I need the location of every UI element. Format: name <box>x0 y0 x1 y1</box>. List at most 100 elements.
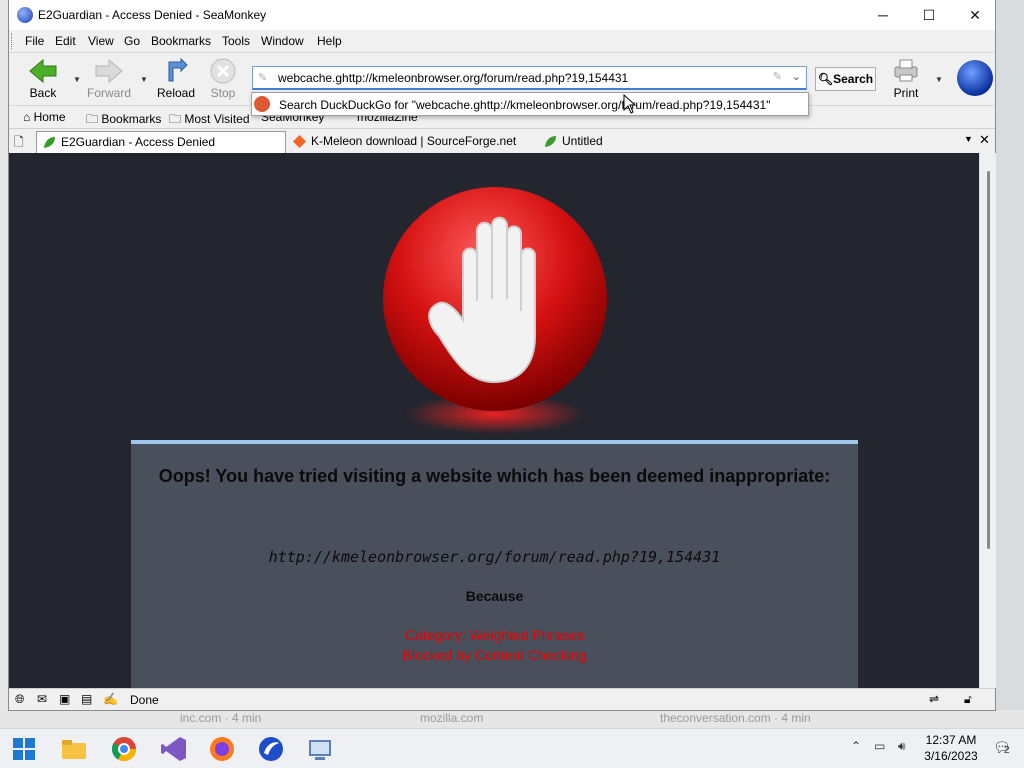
clock-time: 12:37 AM <box>925 733 977 747</box>
volume-tray-icon[interactable]: 🔊︎ <box>898 739 906 754</box>
magnifier-icon: 🔍︎ <box>817 72 834 86</box>
menu-edit[interactable]: Edit <box>55 34 76 48</box>
toolbar-grip[interactable] <box>11 33 14 49</box>
firefox-icon[interactable] <box>208 735 236 763</box>
reload-icon <box>168 57 188 82</box>
stop-label: Stop <box>210 86 236 100</box>
menu-bar: File Edit View Go Bookmarks Tools Window… <box>9 30 995 52</box>
clock-date: 3/16/2023 <box>924 749 978 763</box>
print-dropdown-icon[interactable]: ▼ <box>935 75 943 84</box>
maximize-button[interactable]: ☐ <box>906 0 952 30</box>
window-title: E2Guardian - Access Denied - SeaMonkey <box>38 8 267 22</box>
home-icon: ⌂ <box>23 110 31 124</box>
network-app-icon[interactable] <box>306 735 334 763</box>
status-bar: 🌐︎ ✉ ▣ ▤ ✍ Done ⇌ 🔓︎ <box>9 688 995 710</box>
duckduckgo-icon <box>254 96 270 112</box>
leaf-favicon-icon <box>44 137 55 148</box>
bookmark-home[interactable]: ⌂ Home <box>23 110 66 124</box>
online-status-icon[interactable]: ⇌ <box>929 692 939 706</box>
visual-studio-icon[interactable] <box>160 735 188 763</box>
menu-file[interactable]: File <box>25 34 44 48</box>
url-input[interactable]: webcache.ghttp://kmeleonbrowser.org/foru… <box>278 71 628 85</box>
network-tray-icon[interactable]: ▭ <box>874 739 885 753</box>
title-bar: E2Guardian - Access Denied - SeaMonkey ─… <box>9 0 995 30</box>
status-text: Done <box>130 693 159 707</box>
background-window-strip: inc.com · 4 min mozilla.com theconversat… <box>0 710 1024 728</box>
url-autocomplete-popup[interactable]: Search DuckDuckGo for "webcache.ghttp://… <box>251 92 809 116</box>
notification-count-badge: 2 <box>1004 745 1010 756</box>
bookmark-tag-icon[interactable]: ✎ <box>773 70 782 83</box>
system-clock[interactable]: 12:37 AM 3/16/2023 <box>916 732 986 764</box>
forward-arrow-icon <box>95 58 123 84</box>
back-label: Back <box>29 86 57 100</box>
url-history-dropdown-icon[interactable]: ⌄ <box>792 70 801 83</box>
scrollbar-thumb[interactable] <box>987 171 990 549</box>
autocomplete-search-suggestion[interactable]: Search DuckDuckGo for "webcache.ghttp://… <box>279 98 770 112</box>
seamonkey-taskbar-icon[interactable] <box>257 735 285 763</box>
printer-icon <box>894 59 918 82</box>
block-message-panel: Oops! You have tried visiting a website … <box>131 440 858 688</box>
mouse-cursor-icon <box>623 94 637 114</box>
new-tab-icon[interactable]: 🗋︎ <box>14 133 24 154</box>
tab-e2guardian[interactable]: E2Guardian - Access Denied <box>36 131 286 153</box>
tab-label: E2Guardian - Access Denied <box>61 135 216 149</box>
folder-icon: 🗀︎ <box>169 112 182 126</box>
reload-label: Reload <box>156 86 196 100</box>
taskbar: ⌃ ▭ 🔊︎ 12:37 AM 3/16/2023 💬︎ 2 <box>0 728 1024 768</box>
reload-button[interactable]: Reload <box>150 55 202 103</box>
close-tab-icon[interactable]: ✕ <box>979 132 990 148</box>
chrome-icon[interactable] <box>110 735 138 763</box>
tab-k-meleon[interactable]: K-Meleon download | SourceForge.net <box>287 131 537 153</box>
menu-view[interactable]: View <box>88 34 114 48</box>
menu-window[interactable]: Window <box>261 34 304 48</box>
menu-help[interactable]: Help <box>317 34 342 48</box>
stop-button[interactable]: Stop <box>197 55 249 103</box>
print-button[interactable]: Print <box>881 55 931 103</box>
forward-label: Forward <box>86 86 131 100</box>
page-content: Oops! You have tried visiting a website … <box>9 153 979 688</box>
seamonkey-throbber-icon[interactable] <box>957 60 993 96</box>
security-lock-icon[interactable]: 🔓︎ <box>964 692 972 707</box>
chatzilla-icon[interactable]: ▤ <box>81 692 92 706</box>
addressbook-icon[interactable]: ✍ <box>103 692 118 706</box>
because-label: Because <box>465 588 524 604</box>
leaf-favicon-icon <box>545 136 556 147</box>
page-heading: Oops! You have tried visiting a website … <box>158 466 831 486</box>
sourceforge-favicon-icon <box>293 135 306 148</box>
composer-icon[interactable]: ▣ <box>59 692 70 706</box>
desktop-background <box>996 0 1024 728</box>
tab-label: K-Meleon download | SourceForge.net <box>311 134 517 148</box>
blocked-url: http://kmeleonbrowser.org/forum/read.php… <box>268 548 721 566</box>
forward-dropdown-icon[interactable]: ▼ <box>140 75 148 84</box>
seamonkey-icon <box>17 7 33 23</box>
close-button[interactable]: ✕ <box>952 0 998 30</box>
tab-list-dropdown-icon[interactable]: ▼ <box>964 134 973 144</box>
stop-hand-icon <box>383 187 607 434</box>
back-arrow-icon <box>29 58 57 84</box>
tray-overflow-chevron-icon[interactable]: ⌃ <box>851 739 861 753</box>
folder-icon: 🗀︎ <box>86 112 99 126</box>
back-dropdown-icon[interactable]: ▼ <box>73 75 81 84</box>
search-button[interactable]: 🔍︎Search <box>815 67 876 91</box>
tab-bar: 🗋︎ E2Guardian - Access Denied K-Meleon d… <box>9 128 995 153</box>
minimize-button[interactable]: ─ <box>860 0 906 30</box>
background-link-2: mozilla.com <box>420 711 484 725</box>
block-reason-category: Category: Weighted Phrases <box>405 627 584 643</box>
tab-untitled[interactable]: Untitled <box>538 131 788 153</box>
background-link-1: inc.com · 4 min <box>180 711 262 725</box>
forward-button[interactable]: Forward <box>83 55 135 103</box>
back-button[interactable]: Back <box>17 55 69 103</box>
menu-go[interactable]: Go <box>124 34 140 48</box>
windows-start-icon[interactable] <box>10 735 38 763</box>
mail-icon[interactable]: ✉ <box>37 692 47 706</box>
site-identity-icon[interactable]: ✎ <box>258 71 267 84</box>
menu-bookmarks[interactable]: Bookmarks <box>151 34 211 48</box>
vertical-scrollbar[interactable] <box>979 153 996 688</box>
menu-tools[interactable]: Tools <box>222 34 250 48</box>
file-explorer-icon[interactable] <box>60 735 88 763</box>
navigator-icon[interactable]: 🌐︎ <box>15 692 25 707</box>
tab-label: Untitled <box>562 134 603 148</box>
url-bar[interactable]: ✎ webcache.ghttp://kmeleonbrowser.org/fo… <box>252 66 807 90</box>
background-link-3: theconversation.com · 4 min <box>660 711 811 725</box>
print-label: Print <box>893 86 919 100</box>
